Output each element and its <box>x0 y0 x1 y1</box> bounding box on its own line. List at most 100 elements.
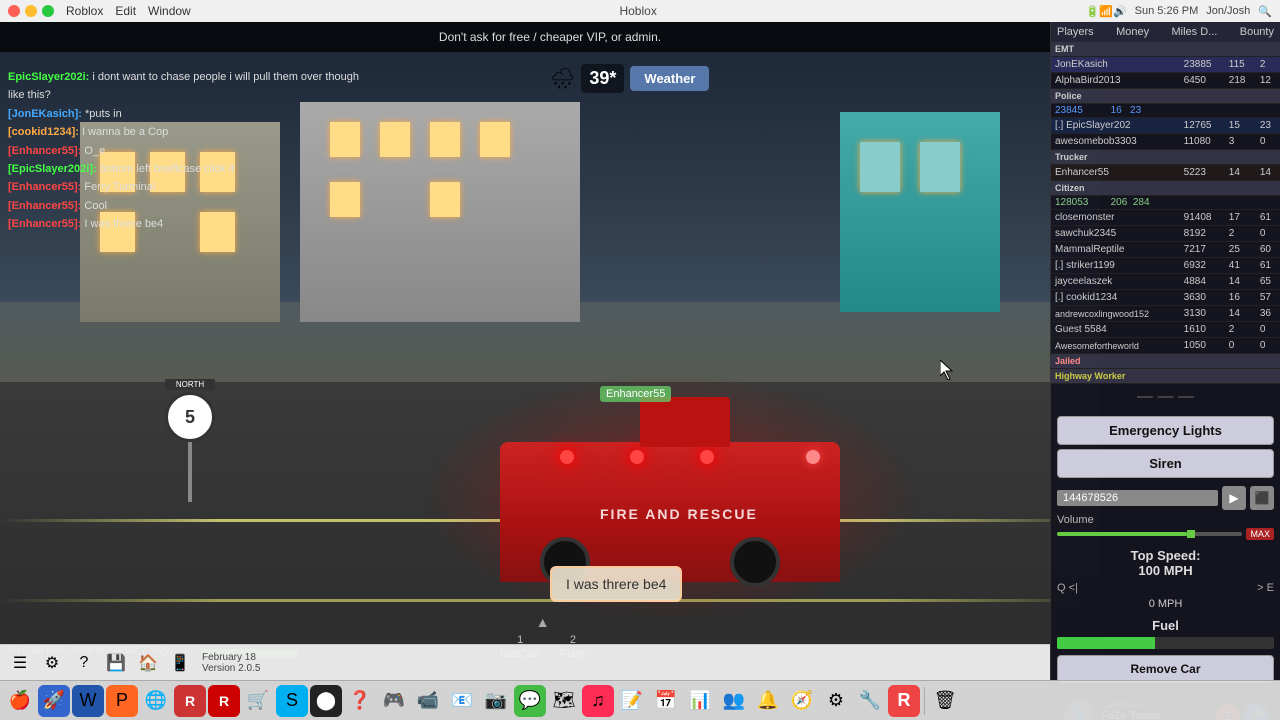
window-title: Hoblox <box>203 4 1074 18</box>
col-bounty: Bounty <box>1240 26 1274 38</box>
audio-stop-button[interactable]: ⬛ <box>1250 486 1274 510</box>
leaderboard-header: Players Money Miles D... Bounty <box>1051 22 1280 42</box>
chat-sender: [cookid1234]: <box>8 126 79 138</box>
player-bounty: 65 <box>1256 274 1280 290</box>
chat-line: [JonEKasich]: *puts in <box>8 107 362 122</box>
game-viewport: NORTH 5 FIRE AND RESCUE I was threre be4… <box>0 22 1100 702</box>
dock-steam[interactable]: 🎮 <box>378 685 410 717</box>
player-miles: 17 <box>1225 210 1256 226</box>
player-money: 11080 <box>1180 134 1225 150</box>
dock-reminders[interactable]: 🔔 <box>752 685 784 717</box>
siren-button[interactable]: Siren <box>1057 449 1274 478</box>
dock-imessage[interactable]: 💬 <box>514 685 546 717</box>
dock-calendar[interactable]: 📅 <box>650 685 682 717</box>
toolbar-help-icon[interactable]: ? <box>70 649 98 677</box>
dock-roblox3[interactable]: R <box>888 685 920 717</box>
building-window <box>380 122 410 157</box>
menu-window[interactable]: Window <box>148 4 191 18</box>
maximize-button[interactable] <box>42 5 54 17</box>
dock-appstore[interactable]: 🛒 <box>242 685 274 717</box>
chat-line: [cookid1234]: I wanna be a Cop <box>8 125 362 140</box>
dock-divider <box>924 687 925 715</box>
scroll-up-arrow[interactable]: ▲ <box>536 614 550 630</box>
dock-contacts[interactable]: 👥 <box>718 685 750 717</box>
player-bounty: 0 <box>1256 134 1280 150</box>
chat-sender: [Enhancer55]: <box>8 181 81 193</box>
chat-line: [Enhancer55]: Cool <box>8 199 362 214</box>
player-name: [.] cookid1234 <box>1051 290 1180 306</box>
dock-roblox2[interactable]: R <box>208 685 240 717</box>
dock-skype[interactable]: S <box>276 685 308 717</box>
building-teal <box>840 112 1000 312</box>
player-miles: 2 <box>1225 226 1256 242</box>
dock-finance[interactable]: 📊 <box>684 685 716 717</box>
dock-trash[interactable]: 🗑 <box>929 685 961 717</box>
dock-roblox[interactable]: R <box>174 685 206 717</box>
volume-label: Volume <box>1057 514 1274 526</box>
light-dot <box>700 450 714 464</box>
remove-car-button[interactable]: Remove Car <box>1057 655 1274 683</box>
player-miles: 2 <box>1225 322 1256 338</box>
dock-sysprefs[interactable]: ⚙ <box>820 685 852 717</box>
table-row: awesomebob3303 11080 3 0 <box>1051 134 1280 150</box>
separator: — — — <box>1051 384 1280 410</box>
weather-button[interactable]: Weather <box>630 66 709 91</box>
player-money: 6932 <box>1180 258 1225 274</box>
player-bounty: 14 <box>1256 165 1280 181</box>
chat-message: Cool <box>84 200 107 212</box>
username: Jon/Josh <box>1206 5 1250 17</box>
audio-play-button[interactable]: ▶ <box>1222 486 1246 510</box>
dock-word[interactable]: W <box>72 685 104 717</box>
volume-slider[interactable] <box>1057 532 1242 536</box>
toolbar-settings-icon[interactable]: ⚙ <box>38 649 66 677</box>
player-bounty: 61 <box>1256 210 1280 226</box>
dock-mail[interactable]: 📧 <box>446 685 478 717</box>
section-row: EMT <box>1051 42 1280 57</box>
dock-chrome[interactable]: 🌐 <box>140 685 172 717</box>
dock-extras[interactable]: 🔧 <box>854 685 886 717</box>
toolbar-menu-icon[interactable]: ☰ <box>6 649 34 677</box>
dock-pages[interactable]: P <box>106 685 138 717</box>
dock-facetime[interactable]: 📹 <box>412 685 444 717</box>
toolbar-home-icon[interactable]: 🏠 <box>134 649 162 677</box>
player-name: AlphaBird2013 <box>1051 73 1180 89</box>
col-players: Players <box>1057 26 1094 38</box>
emergency-lights-button[interactable]: Emergency Lights <box>1057 416 1274 445</box>
dock-photos[interactable]: 📷 <box>480 685 512 717</box>
player-miles: 0 <box>1225 338 1256 354</box>
menu-edit[interactable]: Edit <box>115 4 136 18</box>
current-speed-display: 0 MPH <box>1057 598 1274 610</box>
menu-roblox[interactable]: Roblox <box>66 4 103 18</box>
dock-question[interactable]: ❓ <box>344 685 376 717</box>
toolbar-extra-icon[interactable]: 📱 <box>166 649 194 677</box>
player-miles: 115 <box>1225 57 1256 73</box>
top-speed-display: Top Speed: 100 MPH <box>1057 548 1274 578</box>
chat-message: like this? <box>8 89 51 101</box>
dock-notes[interactable]: 📝 <box>616 685 648 717</box>
speed-q-label: Q <| <box>1057 582 1078 594</box>
chat-message: i dont want to chase people i will pull … <box>92 71 359 83</box>
search-icon[interactable]: 🔍 <box>1258 5 1272 18</box>
close-button[interactable] <box>8 5 20 17</box>
speed-e-label: > E <box>1257 582 1274 594</box>
player-bounty: 57 <box>1256 290 1280 306</box>
date-display: February 18 Version 2.0.5 <box>202 652 260 674</box>
dock-safari[interactable]: 🧭 <box>786 685 818 717</box>
chat-line: [Enhancer55]: O_e <box>8 144 362 159</box>
dock-obs[interactable]: ⬤ <box>310 685 342 717</box>
sign-label: NORTH <box>165 379 215 390</box>
minimize-button[interactable] <box>25 5 37 17</box>
dock-finder[interactable]: 🍎 <box>4 685 36 717</box>
player-bounty: 2 <box>1256 57 1280 73</box>
light-dot <box>630 450 644 464</box>
player-bounty: 0 <box>1256 322 1280 338</box>
audio-id-field[interactable]: 144678526 <box>1057 490 1218 506</box>
dock-launchpad[interactable]: 🚀 <box>38 685 70 717</box>
building-window <box>920 142 960 192</box>
toolbar-save-icon[interactable]: 💾 <box>102 649 130 677</box>
weather-temperature: 39* <box>581 64 624 93</box>
dock-maps[interactable]: 🗺 <box>548 685 580 717</box>
dock-itunes[interactable]: ♫ <box>582 685 614 717</box>
chat-line: like this? <box>8 88 362 103</box>
player-miles: 14 <box>1225 274 1256 290</box>
